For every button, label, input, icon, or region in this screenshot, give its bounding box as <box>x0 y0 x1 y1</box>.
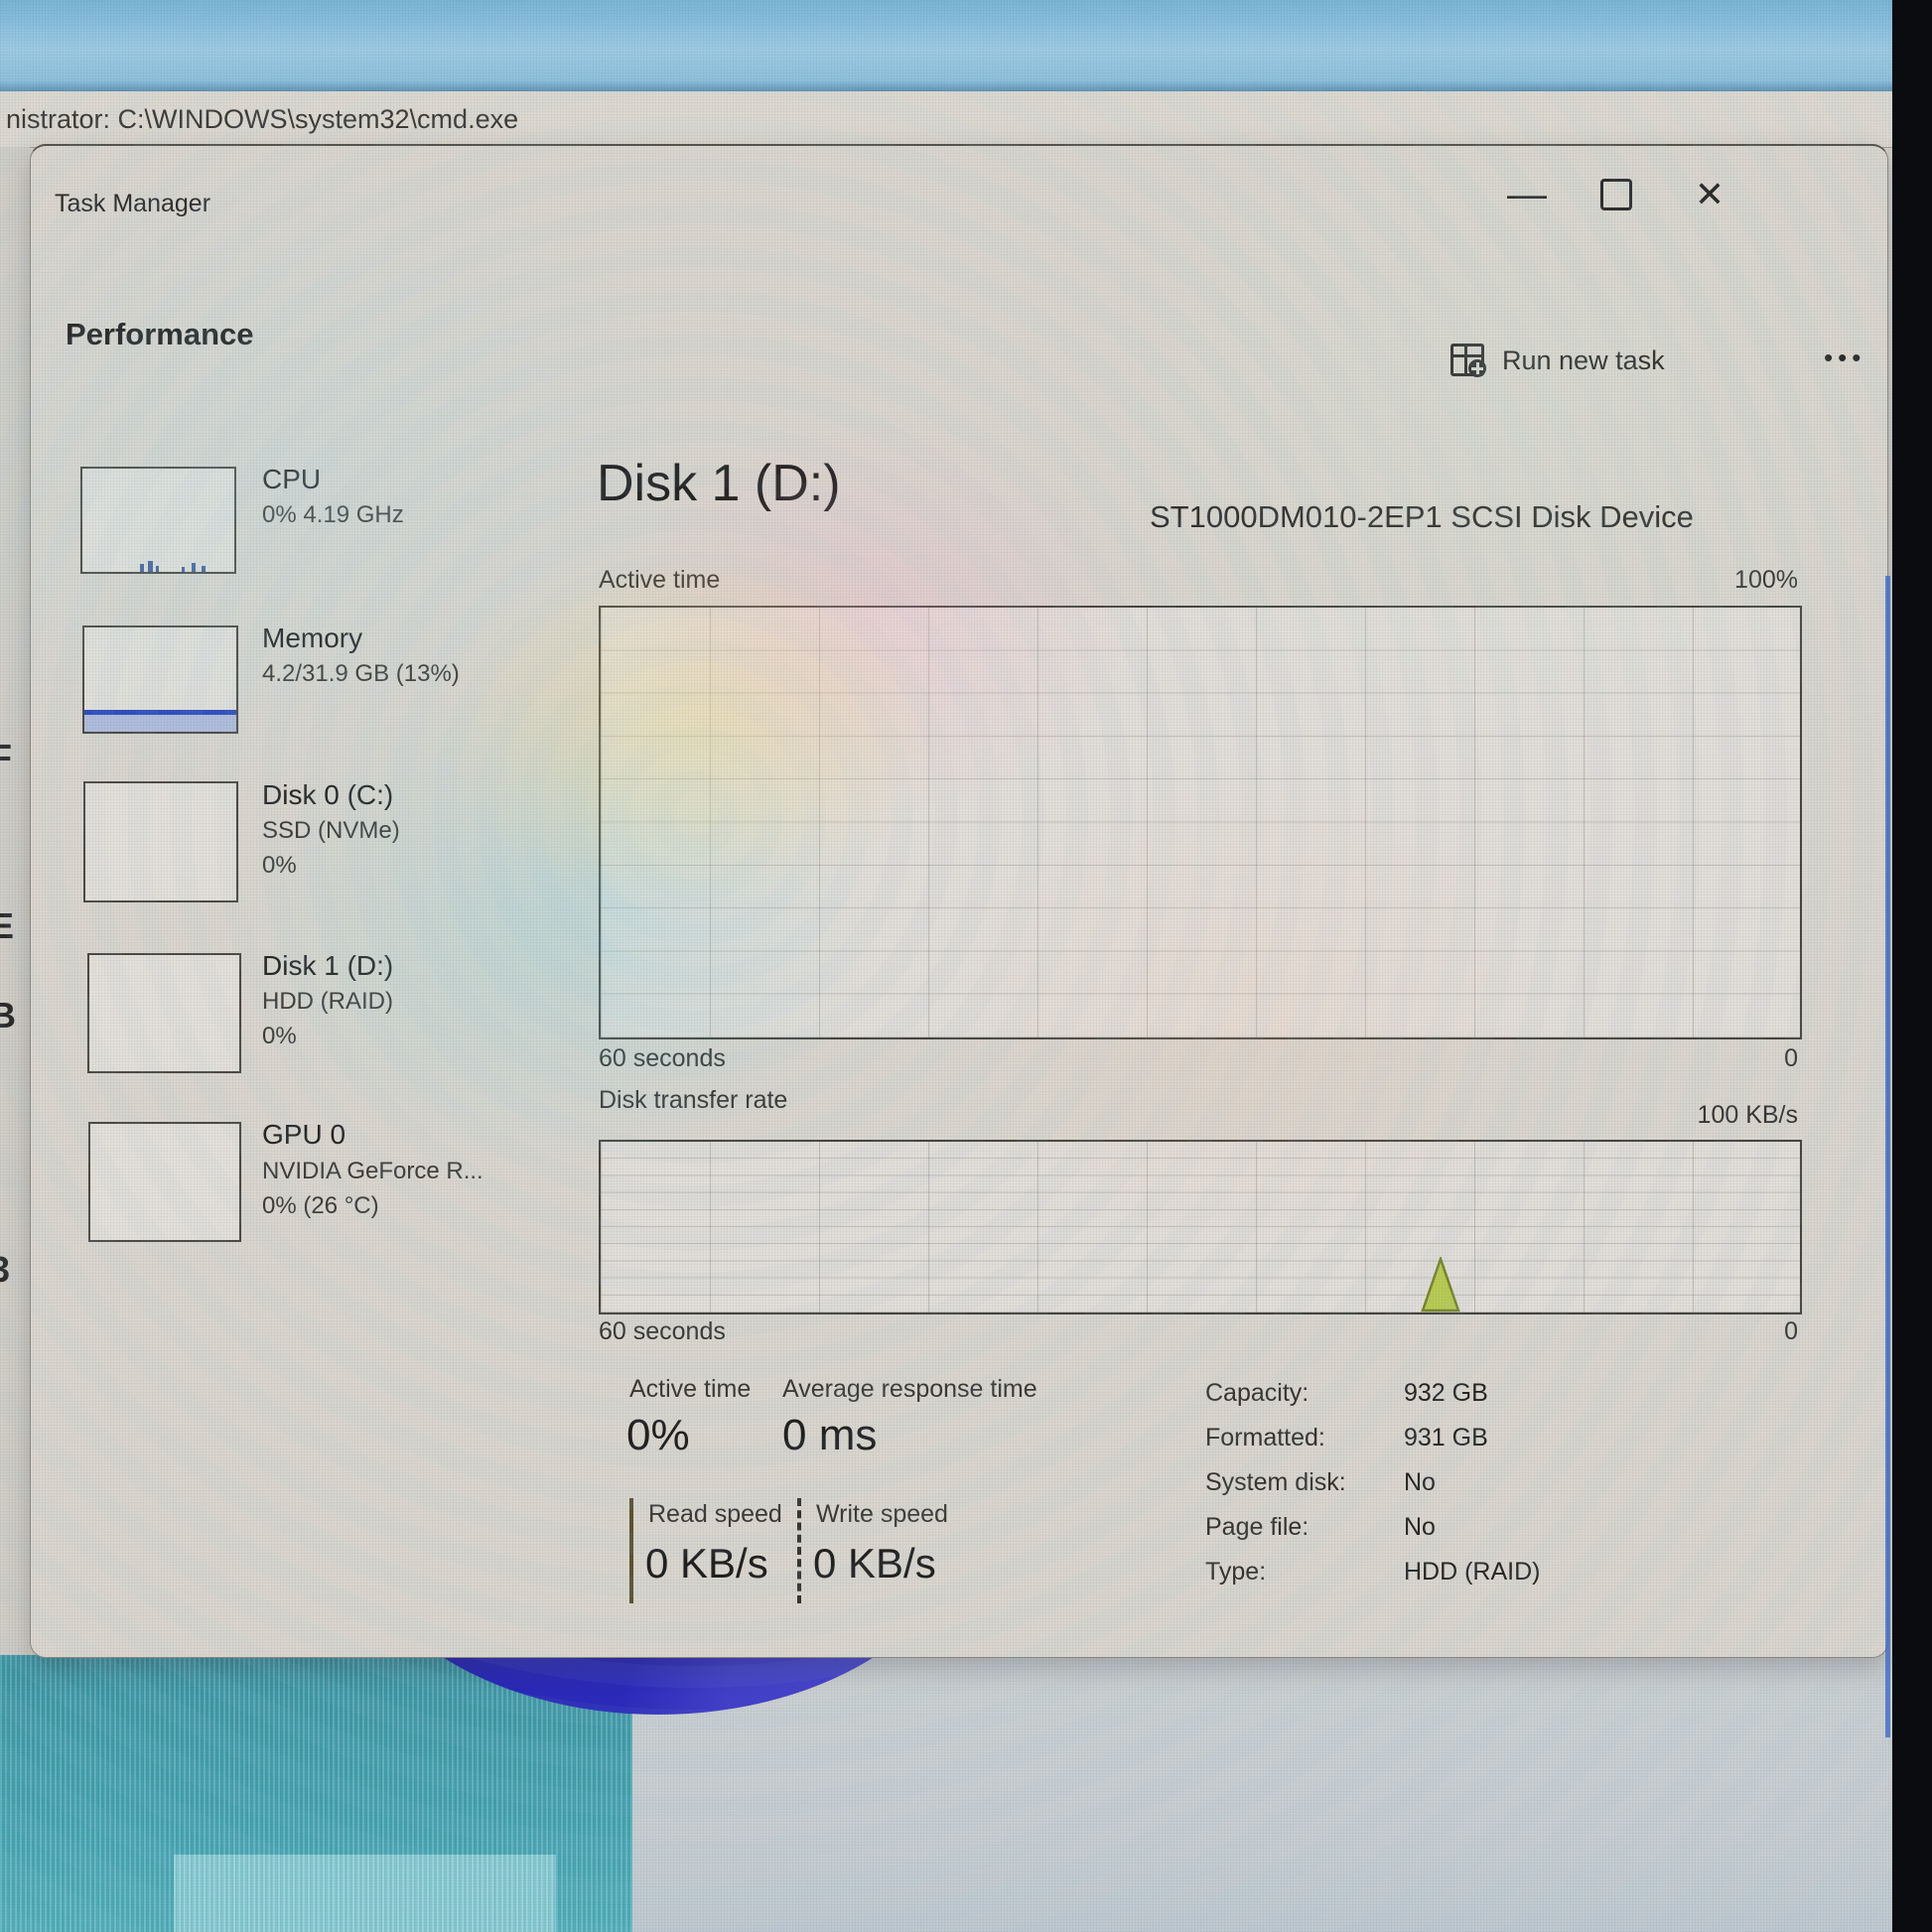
desktop-top-strip <box>0 0 1932 91</box>
detail-label: Page file: <box>1205 1505 1404 1550</box>
sidebar-item-detail: NVIDIA GeForce R... <box>262 1158 483 1185</box>
sidebar-item-title: GPU 0 <box>262 1119 345 1151</box>
sidebar-item-title: CPU <box>262 464 321 495</box>
sidebar-item-title: Memory <box>262 622 362 654</box>
detail-value: 932 GB <box>1404 1371 1541 1416</box>
active-time-stat-label: Active time <box>629 1375 751 1404</box>
sidebar-item-detail: SSD (NVMe) <box>262 817 400 845</box>
transfer-rate-chart <box>599 1140 1802 1314</box>
minimize-button[interactable]: — <box>1498 170 1556 219</box>
disk-details-table: Capacity: 932 GB Formatted: 931 GB Syste… <box>1205 1371 1541 1594</box>
edge-text-fragment: F <box>0 737 14 778</box>
task-manager-window: Task Manager — ✕ Performance Run new tas… <box>30 144 1888 1658</box>
detail-label: Capacity: <box>1205 1371 1404 1416</box>
read-speed-legend-bar <box>629 1498 633 1603</box>
window-title: Task Manager <box>55 190 210 218</box>
active-time-stat-value: 0% <box>626 1411 690 1460</box>
detail-value: No <box>1404 1460 1541 1505</box>
sidebar-item-detail: 0% 4.19 GHz <box>262 501 404 529</box>
avg-response-stat-label: Average response time <box>782 1375 1037 1404</box>
active-time-ymin-label: 0 <box>1784 1044 1798 1073</box>
monitor-bezel <box>1892 0 1932 1932</box>
cpu-mini-graph <box>80 467 236 574</box>
xaxis-span-label: 60 seconds <box>599 1317 726 1346</box>
desktop-area <box>0 1655 1892 1932</box>
edge-text-fragment: B <box>0 995 14 1036</box>
disk1-mini-graph <box>87 953 241 1073</box>
memory-usage-bar <box>84 710 236 732</box>
detail-label: System disk: <box>1205 1460 1404 1505</box>
write-speed-legend-bar <box>797 1498 801 1603</box>
edge-text-fragment: 3 <box>0 1249 14 1291</box>
close-button[interactable]: ✕ <box>1681 170 1738 219</box>
run-new-task-button[interactable]: Run new task <box>1450 335 1665 386</box>
disk0-mini-graph <box>83 781 238 902</box>
memory-mini-graph <box>82 625 238 734</box>
disk-device-name: ST1000DM010-2EP1 SCSI Disk Device <box>1150 499 1694 535</box>
maximize-button[interactable] <box>1587 170 1645 219</box>
read-speed-label: Read speed <box>648 1500 782 1529</box>
screen-photo: nistrator: C:\WINDOWS\system32\cmd.exe F… <box>0 0 1932 1932</box>
page-title: Performance <box>66 317 254 352</box>
detail-label: Formatted: <box>1205 1416 1404 1460</box>
detail-value: 931 GB <box>1404 1416 1541 1460</box>
gpu-mini-graph <box>88 1122 241 1242</box>
sidebar-item-title: Disk 1 (D:) <box>262 950 393 982</box>
more-options-icon[interactable]: ••• <box>1824 343 1865 373</box>
background-left-strip <box>0 147 30 1656</box>
cmd-window-title: nistrator: C:\WINDOWS\system32\cmd.exe <box>6 104 518 135</box>
read-speed-value: 0 KB/s <box>645 1540 768 1587</box>
active-time-xaxis: 60 seconds 0 <box>599 1044 1798 1073</box>
detail-value: No <box>1404 1505 1541 1550</box>
sidebar-item-detail: 4.2/31.9 GB (13%) <box>262 660 460 688</box>
active-time-chart <box>599 606 1802 1039</box>
disk-page-title: Disk 1 (D:) <box>597 454 841 513</box>
transfer-ymin-label: 0 <box>1784 1317 1798 1346</box>
active-time-chart-label: Active time <box>599 566 720 595</box>
sidebar-item-detail: 0% <box>262 1023 297 1050</box>
sidebar-item-title: Disk 0 (C:) <box>262 779 393 811</box>
sidebar-item-detail: 0% <box>262 852 297 880</box>
active-time-axis-header: Active time 100% <box>599 566 1798 595</box>
detail-value: HDD (RAID) <box>1404 1550 1541 1594</box>
sidebar-item-detail: 0% (26 °C) <box>262 1192 379 1220</box>
run-new-task-label: Run new task <box>1502 345 1665 376</box>
write-speed-value: 0 KB/s <box>813 1540 936 1587</box>
transfer-spike-marker <box>1421 1257 1460 1312</box>
edge-text-fragment: E <box>0 905 14 947</box>
write-speed-label: Write speed <box>816 1500 948 1529</box>
detail-label: Type: <box>1205 1550 1404 1594</box>
xaxis-span-label: 60 seconds <box>599 1044 726 1073</box>
sidebar-item-detail: HDD (RAID) <box>262 988 393 1016</box>
transfer-ymax-label: 100 KB/s <box>599 1101 1798 1130</box>
monitor-edge-blue-line <box>1885 576 1890 1737</box>
cmd-window-titlebar[interactable]: nistrator: C:\WINDOWS\system32\cmd.exe <box>0 91 1932 148</box>
active-time-ymax-label: 100% <box>1734 566 1798 595</box>
run-new-task-icon <box>1450 344 1486 377</box>
maximize-icon <box>1600 179 1632 210</box>
avg-response-stat-value: 0 ms <box>782 1411 877 1460</box>
transfer-xaxis: 60 seconds 0 <box>599 1317 1798 1346</box>
